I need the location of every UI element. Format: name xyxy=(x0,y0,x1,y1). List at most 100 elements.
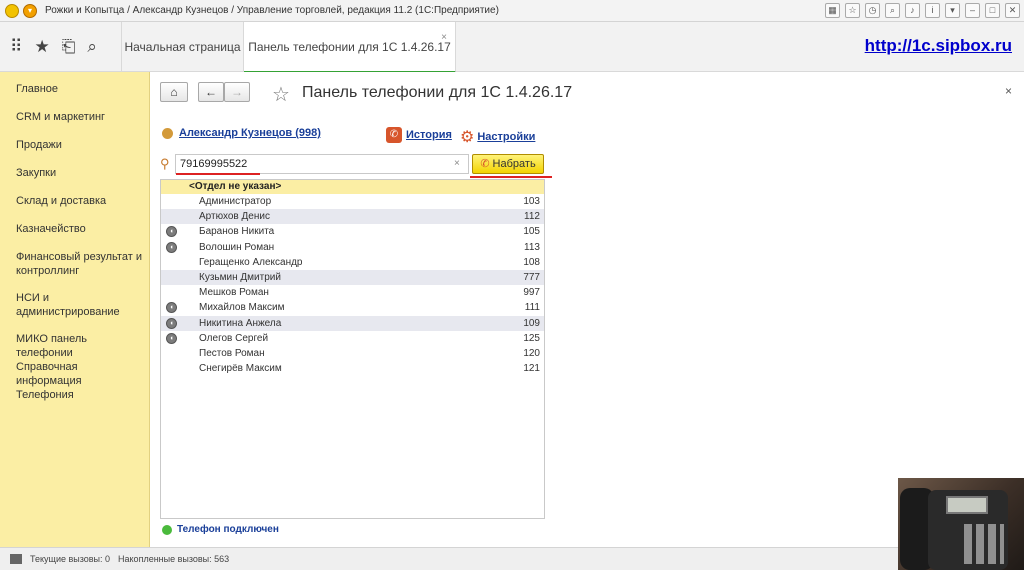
contact-name: Администратор xyxy=(199,196,272,207)
titlebar-tools: ▦ ☆ ◷ ⌕ ♪ i ▾ – □ ✕ xyxy=(825,3,1020,18)
maximize-icon[interactable]: □ xyxy=(985,3,1000,18)
favorite-star-icon[interactable]: ☆ xyxy=(272,82,290,107)
online-status-icon: ◖ xyxy=(166,317,177,329)
settings-link[interactable]: Настройки xyxy=(477,131,535,143)
close-icon[interactable]: ✕ xyxy=(1005,3,1020,18)
group-row[interactable]: <Отдел не указан> xyxy=(161,180,544,194)
dial-phone-icon: ✆ xyxy=(480,158,490,170)
sidebar-item-crm[interactable]: CRM и маркетинг xyxy=(16,110,146,124)
history-icon[interactable]: ⎗ xyxy=(62,37,76,57)
sidebar-item-miko[interactable]: МИКО панель телефонии xyxy=(16,332,146,360)
contact-name: Снегирёв Максим xyxy=(199,363,282,375)
table-row[interactable]: Артюхов Денис 112 xyxy=(161,209,544,225)
section-bar-icons: ⠿ ★ ⎗ ⌕ xyxy=(0,22,122,72)
status-bar: Текущие вызовы: 0 Накопленные вызовы: 56… xyxy=(0,547,1024,570)
sidebar-item-finance[interactable]: Финансовый результат и контроллинг xyxy=(16,250,146,278)
main-panel: ⌂ ← → ☆ Панель телефонии для 1С 1.4.26.1… xyxy=(150,72,1024,547)
bell-icon[interactable]: ♪ xyxy=(905,3,920,18)
contact-ext: 113 xyxy=(524,241,540,253)
search-clear-icon[interactable]: × xyxy=(454,158,460,169)
form-close-icon[interactable]: × xyxy=(1005,84,1012,98)
home-button[interactable]: ⌂ xyxy=(160,82,188,102)
contact-ext: 997 xyxy=(523,287,540,299)
contact-name: Пестов Роман xyxy=(199,347,265,359)
table-row[interactable]: Мешков Роман 997 xyxy=(161,285,544,300)
page-title: Панель телефонии для 1С 1.4.26.17 xyxy=(302,84,573,101)
table-row[interactable]: Геращенко Александр 108 xyxy=(161,255,544,270)
current-calls: Текущие вызовы: 0 xyxy=(30,554,111,564)
history-row: ✆ История xyxy=(386,127,452,143)
calls-icon xyxy=(10,554,22,564)
history-icon[interactable]: ◷ xyxy=(865,3,880,18)
main-menu-icon[interactable]: ▾ xyxy=(23,3,37,18)
contact-ext: 111 xyxy=(524,302,540,314)
contact-ext: 121 xyxy=(523,363,540,375)
connection-status: Телефон подключен xyxy=(162,524,279,535)
table-row[interactable]: ◖ Волошин Роман 113 xyxy=(161,240,544,255)
contact-ext: 777 xyxy=(523,271,540,283)
tab-home[interactable]: Начальная страница xyxy=(122,22,244,72)
contact-name: Волошин Роман xyxy=(199,241,275,253)
tab-close-icon[interactable]: × xyxy=(441,32,447,43)
contact-name: Никитина Анжела xyxy=(199,317,282,329)
contact-ext: 125 xyxy=(523,332,540,344)
table-row[interactable]: ◖ Михайлов Максим 111 xyxy=(161,300,544,315)
user-link[interactable]: Александр Кузнецов (998) xyxy=(179,127,321,139)
history-phone-icon: ✆ xyxy=(386,127,402,143)
search-icon: ⚲ xyxy=(160,156,170,171)
sidebar-item-telephony[interactable]: Телефония xyxy=(16,388,146,402)
phone-screen-shape xyxy=(946,496,988,514)
apps-grid-icon[interactable]: ⠿ xyxy=(10,37,22,57)
table-row[interactable]: Снегирёв Максим 121 xyxy=(161,361,544,376)
contact-ext: 112 xyxy=(524,211,540,223)
sidebar-item-treasury[interactable]: Казначейство xyxy=(16,222,146,236)
table-row[interactable]: ◖ Олегов Сергей 125 xyxy=(161,331,544,346)
forward-button[interactable]: → xyxy=(224,82,250,102)
contact-name: Кузьмин Дмитрий xyxy=(199,271,281,283)
history-link[interactable]: История xyxy=(406,129,452,141)
site-link[interactable]: http://1c.sipbox.ru xyxy=(865,36,1012,56)
back-button[interactable]: ← xyxy=(198,82,224,102)
sidebar-item-reference[interactable]: Справочная информация xyxy=(16,360,146,388)
app-logo-icon xyxy=(5,3,19,18)
minimize-icon[interactable]: – xyxy=(965,3,980,18)
contact-ext: 120 xyxy=(523,347,540,359)
accumulated-calls: Накопленные вызовы: 563 xyxy=(118,554,230,564)
dial-button-label: Набрать xyxy=(492,158,536,170)
contact-name: Геращенко Александр xyxy=(199,256,303,268)
window-titlebar: ▾ Рожки и Копытца / Александр Кузнецов /… xyxy=(0,0,1024,22)
contact-ext: 108 xyxy=(523,256,540,268)
tab-telephony-label: Панель телефонии для 1С 1.4.26.17 xyxy=(248,39,451,54)
tab-telephony-panel[interactable]: Панель телефонии для 1С 1.4.26.17 × xyxy=(244,22,456,73)
phone-search-input[interactable] xyxy=(175,154,469,174)
table-row[interactable]: ◖ Никитина Анжела 109 xyxy=(161,315,544,331)
info-icon[interactable]: i xyxy=(925,3,940,18)
chevron-down-icon[interactable]: ▾ xyxy=(945,3,960,18)
online-status-icon: ◖ xyxy=(166,226,177,238)
contacts-list: <Отдел не указан> Администратор 103 Артюх… xyxy=(160,179,545,519)
sidebar: Главное CRM и маркетинг Продажи Закупки … xyxy=(0,72,150,547)
sidebar-item-sales[interactable]: Продажи xyxy=(16,138,146,152)
annotation-underline xyxy=(470,176,552,178)
sidebar-item-main[interactable]: Главное xyxy=(16,82,146,96)
favorites-star-icon[interactable]: ★ xyxy=(34,37,49,57)
star-icon[interactable]: ☆ xyxy=(845,3,860,18)
contact-name: Михайлов Максим xyxy=(199,302,285,314)
dial-button[interactable]: ✆ Набрать xyxy=(472,154,544,174)
sidebar-item-warehouse[interactable]: Склад и доставка xyxy=(16,194,146,208)
settings-gear-icon: ⚙ xyxy=(460,129,475,146)
contact-ext: 109 xyxy=(523,317,540,329)
table-row[interactable]: Администратор 103 xyxy=(161,194,544,209)
table-row[interactable]: Кузьмин Дмитрий 777 xyxy=(161,269,544,286)
window-title: Рожки и Копытца / Александр Кузнецов / У… xyxy=(45,5,499,16)
webcam-overlay xyxy=(898,478,1024,570)
connected-dot-icon xyxy=(162,524,172,535)
table-row[interactable]: ◖ Баранов Никита 105 xyxy=(161,224,544,239)
sidebar-item-nsi[interactable]: НСИ и администрирование xyxy=(16,291,146,319)
sidebar-item-purchases[interactable]: Закупки xyxy=(16,166,146,180)
table-row[interactable]: Пестов Роман 120 xyxy=(161,346,544,361)
calendar-icon[interactable]: ▦ xyxy=(825,3,840,18)
search-icon[interactable]: ⌕ xyxy=(87,37,97,57)
search-icon[interactable]: ⌕ xyxy=(885,3,900,18)
online-status-icon: ◖ xyxy=(166,241,177,253)
